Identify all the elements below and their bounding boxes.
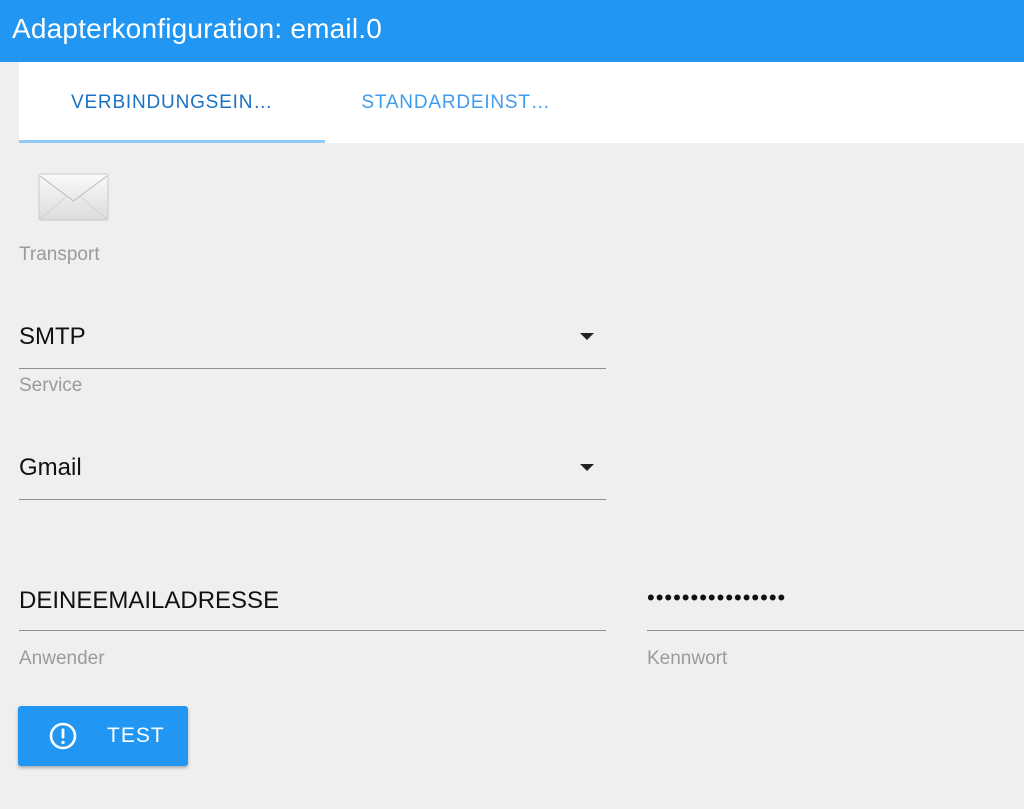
page-title: Adapterkonfiguration: email.0 <box>12 13 383 44</box>
service-value: Gmail <box>19 454 82 481</box>
active-tab-indicator <box>19 140 325 143</box>
transport-value: SMTP <box>19 323 86 350</box>
tab-connection-settings-label: VERBINDUNGSEIN… <box>70 91 274 113</box>
tab-default-settings-label: STANDARDEINST… <box>361 91 551 113</box>
transport-label: Transport <box>19 244 100 265</box>
password-label: Kennwort <box>647 648 728 669</box>
test-button-label: TEST <box>107 724 165 747</box>
app-header: Adapterkonfiguration: email.0 <box>0 0 1024 62</box>
chevron-down-icon <box>580 464 594 471</box>
service-label: Service <box>19 375 83 396</box>
user-label: Anwender <box>19 648 105 669</box>
password-value: •••••••••••••••• <box>647 585 787 610</box>
user-value: DEINEEMAILADRESSE <box>19 587 280 614</box>
transport-select[interactable]: SMTP <box>19 309 606 369</box>
tab-bar: VERBINDUNGSEIN… STANDARDEINST… <box>19 62 1024 143</box>
test-button[interactable]: TEST <box>18 706 188 766</box>
envelope-icon <box>38 173 109 221</box>
user-field[interactable]: DEINEEMAILADRESSE <box>19 571 606 631</box>
service-select[interactable]: Gmail <box>19 440 606 500</box>
chevron-down-icon <box>580 333 594 340</box>
alert-circle-icon <box>48 721 78 751</box>
password-field[interactable]: •••••••••••••••• <box>647 571 1024 631</box>
tab-default-settings[interactable]: STANDARDEINST… <box>325 62 587 143</box>
tab-connection-settings[interactable]: VERBINDUNGSEIN… <box>19 62 325 143</box>
